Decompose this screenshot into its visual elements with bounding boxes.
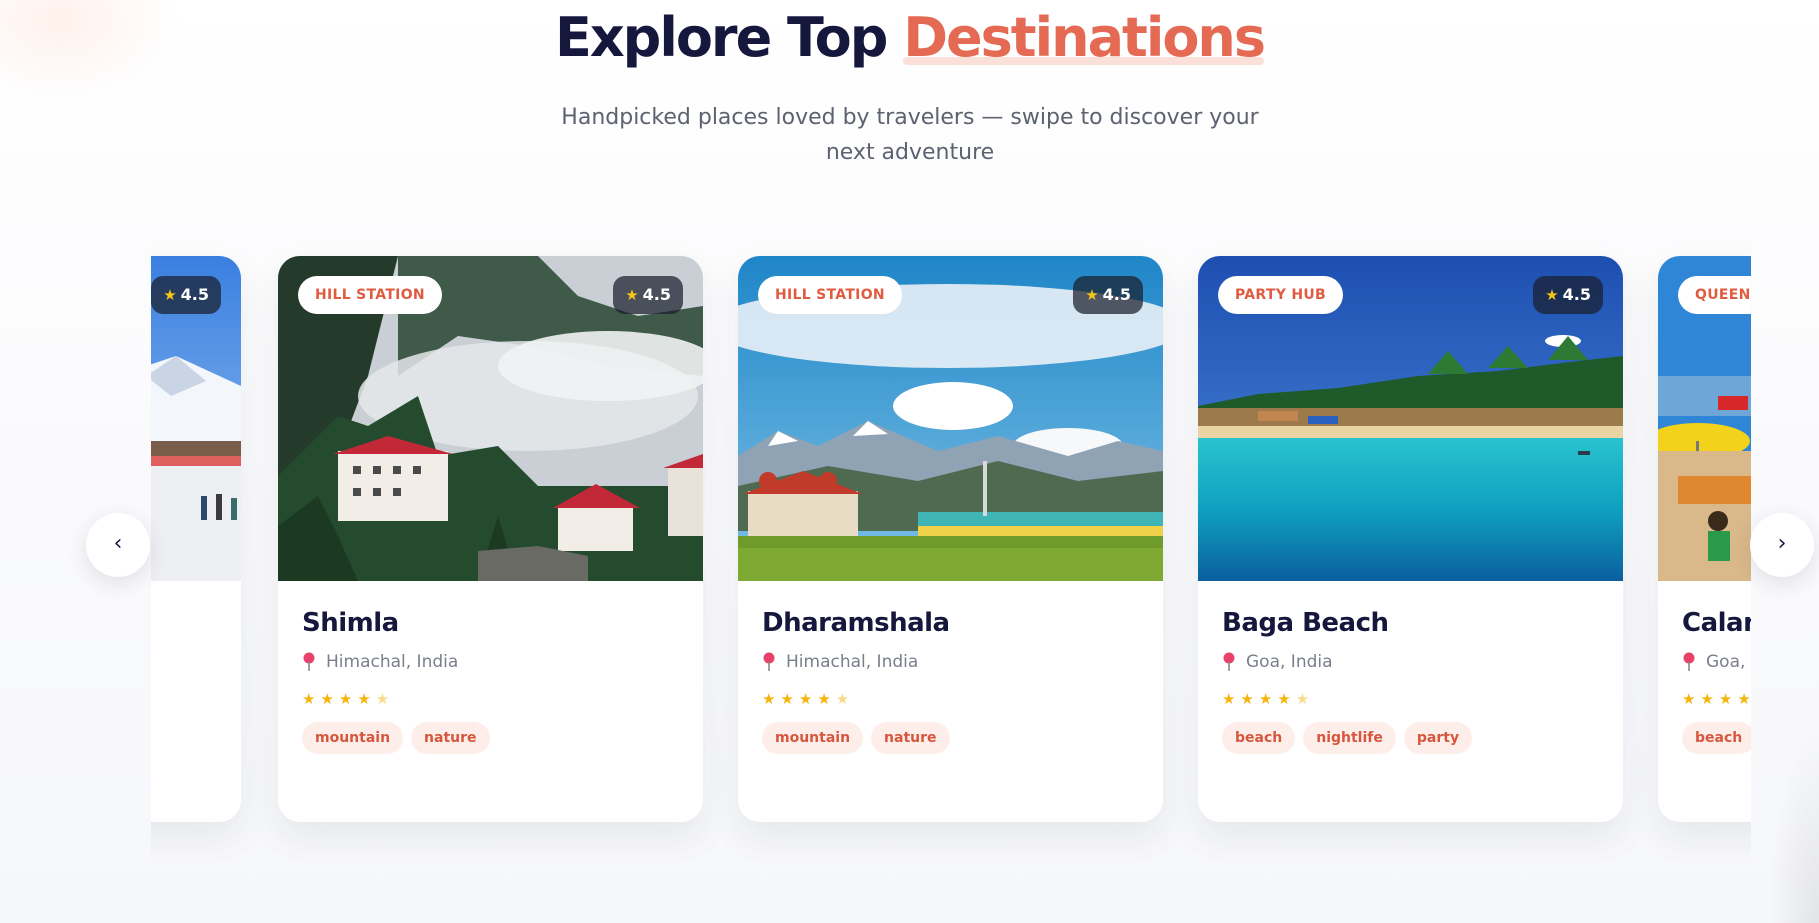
tag-chip[interactable]: beach <box>1682 722 1751 754</box>
category-badge: HILL STATION <box>298 276 442 314</box>
card-body: Baga Beach Goa, India ★★★★★ beach nightl… <box>1222 581 1599 754</box>
title-accent: Destinations <box>903 6 1266 69</box>
category-badge: QUEEN <box>1678 276 1751 314</box>
destination-location: Himachal, India <box>302 652 679 672</box>
chevron-right-icon: › <box>1777 531 1787 556</box>
background-shadow <box>1769 723 1819 923</box>
star-icon: ★ <box>1545 286 1559 304</box>
map-pin-icon <box>1682 652 1696 672</box>
tag-chip[interactable]: mountain <box>762 722 864 754</box>
tag-list: mountain nature <box>302 722 679 754</box>
rating-badge: ★ 4.5 <box>613 276 683 314</box>
tag-list: mountain nature <box>762 722 1139 754</box>
destinations-carousel[interactable]: ★ 4.5 HILL STATION ★ 4.5 Shimla Himachal… <box>151 236 1751 876</box>
destination-card-partial[interactable]: QUEEN Calan Goa, ★★★★ beach <box>1658 256 1751 822</box>
destination-card[interactable]: ★ 4.5 <box>151 256 241 822</box>
destination-name: Baga Beach <box>1222 608 1389 638</box>
map-pin-icon <box>1222 652 1236 672</box>
tag-list: beach <box>1682 722 1751 754</box>
tag-chip[interactable]: mountain <box>302 722 404 754</box>
carousel-prev-button[interactable]: ‹ <box>86 513 150 577</box>
tag-chip[interactable]: beach <box>1222 722 1296 754</box>
star-rating: ★★★★★ <box>762 690 855 708</box>
destination-card-dharamshala[interactable]: HILL STATION ★ 4.5 Dharamshala Himachal, … <box>738 256 1163 822</box>
destination-name: Shimla <box>302 608 399 638</box>
rating-badge: ★ 4.5 <box>1073 276 1143 314</box>
map-pin-icon <box>762 652 776 672</box>
destination-name: Calan <box>1682 608 1751 638</box>
tag-list: beach nightlife party <box>1222 722 1599 754</box>
card-body: Shimla Himachal, India ★★★★★ mountain na… <box>302 581 679 754</box>
tag-chip[interactable]: party <box>1403 722 1473 754</box>
destination-name: Dharamshala <box>762 608 950 638</box>
destination-card-baga-beach[interactable]: PARTY HUB ★ 4.5 Baga Beach Goa, India ★★★… <box>1198 256 1623 822</box>
destination-location: Goa, India <box>1222 652 1599 672</box>
tag-chip[interactable]: nature <box>871 722 950 754</box>
section-subtitle: Handpicked places loved by travelers — s… <box>561 105 1259 165</box>
tag-chip[interactable]: nature <box>411 722 490 754</box>
destination-location: Goa, <box>1682 652 1751 672</box>
chevron-left-icon: ‹ <box>113 531 123 556</box>
card-body: Dharamshala Himachal, India ★★★★★ mounta… <box>762 581 1139 754</box>
rating-badge: ★ 4.5 <box>151 276 221 314</box>
map-pin-icon <box>302 652 316 672</box>
destination-location: Himachal, India <box>762 652 1139 672</box>
carousel-next-button[interactable]: › <box>1750 513 1814 577</box>
star-rating: ★★★★★ <box>302 690 395 708</box>
destination-card-shimla[interactable]: HILL STATION ★ 4.5 Shimla Himachal, India… <box>278 256 703 822</box>
star-rating: ★★★★★ <box>1222 690 1315 708</box>
section-title: Explore Top Destinations <box>0 6 1819 69</box>
rating-badge: ★ 4.5 <box>1533 276 1603 314</box>
tag-chip[interactable]: nightlife <box>1303 722 1396 754</box>
star-icon: ★ <box>1085 286 1099 304</box>
card-body: Calan Goa, ★★★★ beach <box>1682 581 1751 754</box>
title-main: Explore Top <box>554 6 888 69</box>
star-icon: ★ <box>625 286 639 304</box>
star-icon: ★ <box>163 286 177 304</box>
category-badge: PARTY HUB <box>1218 276 1343 314</box>
star-rating: ★★★★ <box>1682 690 1751 708</box>
category-badge: HILL STATION <box>758 276 902 314</box>
